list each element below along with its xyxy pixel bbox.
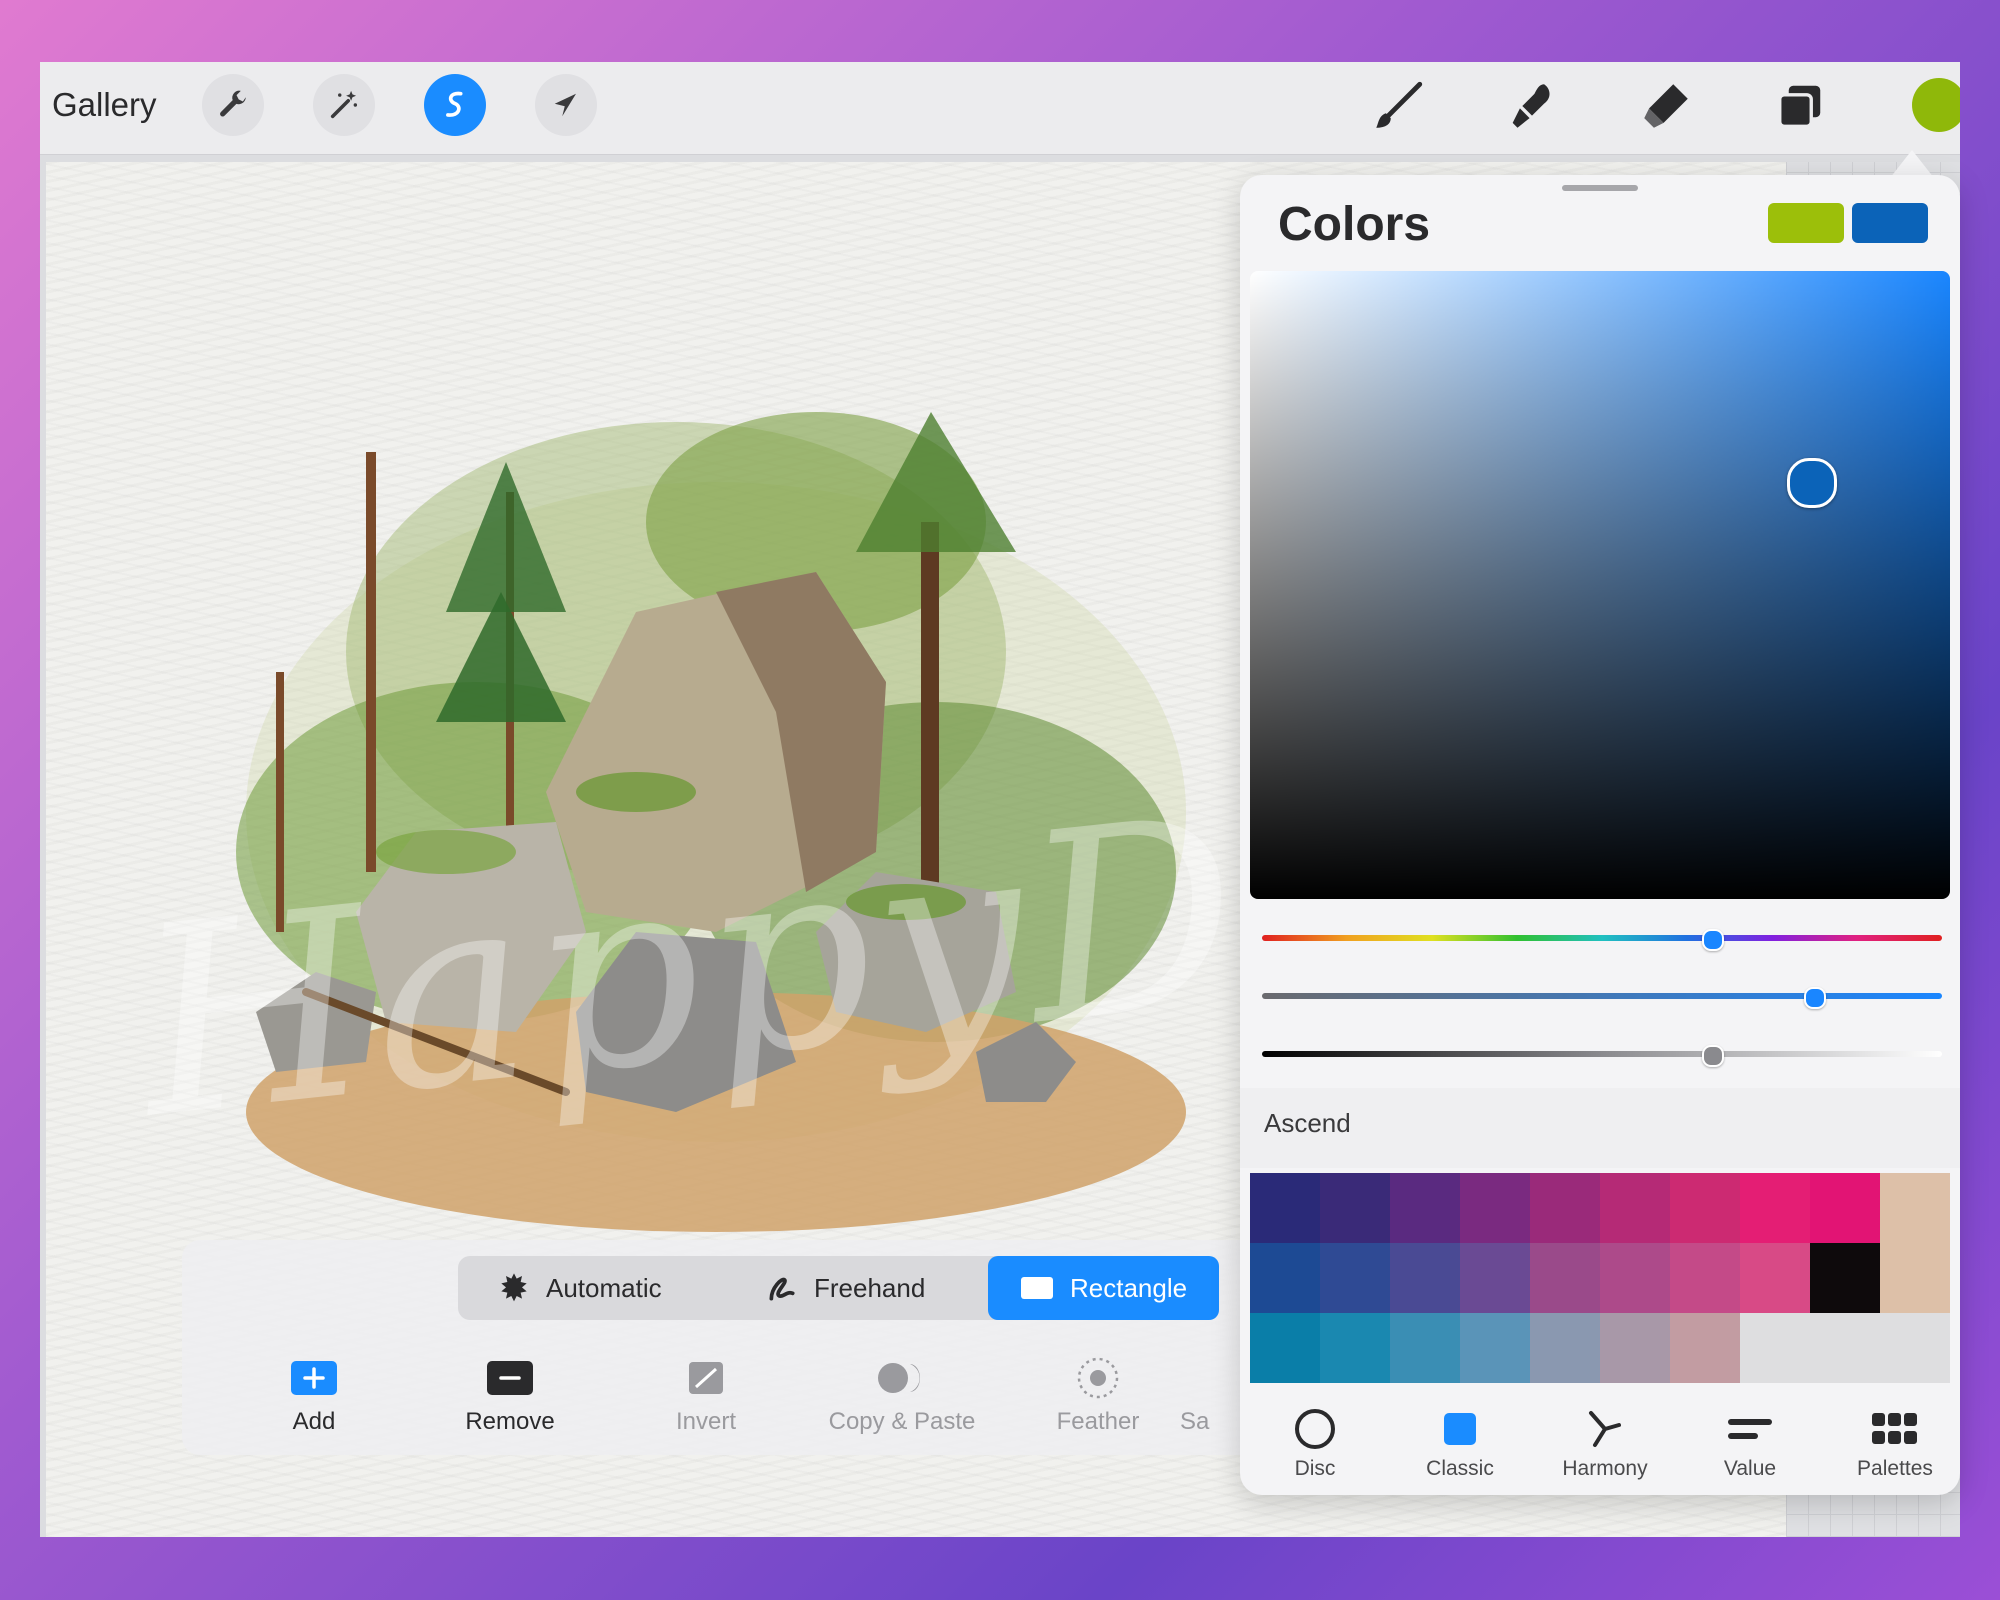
palette-swatch[interactable] [1530,1243,1600,1313]
popover-pointer [1890,150,1934,178]
palette-swatch[interactable] [1600,1313,1670,1383]
saturation-slider[interactable] [1262,987,1942,1009]
secondary-color-swatch[interactable] [1852,203,1928,243]
palette-swatch[interactable] [1670,1243,1740,1313]
palette-swatch[interactable] [1880,1313,1950,1383]
brightness-slider[interactable] [1262,1045,1942,1067]
palette-swatch[interactable] [1460,1173,1530,1243]
harmony-icon [1589,1411,1621,1447]
primary-color-swatch[interactable] [1768,203,1844,243]
palette-swatch[interactable] [1810,1173,1880,1243]
palette-swatch[interactable] [1880,1243,1950,1313]
invert-icon [689,1362,723,1394]
palette-swatch[interactable] [1810,1313,1880,1383]
hue-slider-knob[interactable] [1701,929,1724,951]
layers-icon[interactable] [1768,74,1832,138]
tab-classic-label: Classic [1426,1457,1494,1480]
gallery-button[interactable]: Gallery [52,86,157,124]
palette-swatch[interactable] [1320,1243,1390,1313]
brightness-slider-knob[interactable] [1701,1045,1724,1067]
copy-paste-button[interactable]: Copy & Paste [822,1358,982,1436]
palette-swatch[interactable] [1670,1173,1740,1243]
saturation-slider-knob[interactable] [1803,987,1826,1009]
palette-swatch[interactable] [1250,1313,1320,1383]
tab-disc-label: Disc [1294,1457,1336,1480]
palette-swatch[interactable] [1320,1173,1390,1243]
palettes-icon [1872,1413,1917,1444]
panel-grabber[interactable] [1562,185,1638,191]
freehand-icon [769,1277,795,1301]
selection-icon[interactable] [424,74,486,136]
invert-label: Invert [675,1408,737,1435]
wrench-icon[interactable] [202,74,264,136]
palette-swatch[interactable] [1460,1313,1530,1383]
mode-automatic-label: Automatic [546,1272,662,1303]
palette-header: Ascend [1240,1088,1960,1168]
remove-button[interactable]: Remove [430,1358,590,1436]
tab-palettes-label: Palettes [1857,1457,1933,1480]
hue-slider[interactable] [1262,929,1942,951]
copy-paste-label: Copy & Paste [828,1408,976,1435]
automatic-icon [501,1273,527,1302]
palette-swatch[interactable] [1600,1173,1670,1243]
mode-automatic[interactable]: Automatic [498,1256,662,1320]
palette-swatch[interactable] [1250,1243,1320,1313]
palette-swatch[interactable] [1880,1173,1950,1243]
palette-grid [1250,1173,1950,1383]
palette-swatch[interactable] [1530,1313,1600,1383]
tab-value-label: Value [1723,1457,1777,1480]
tab-classic[interactable]: Classic [1390,1405,1530,1481]
current-color-button[interactable] [1912,78,1960,132]
tab-value[interactable]: Value [1680,1405,1820,1481]
tab-disc[interactable]: Disc [1245,1405,1385,1481]
tab-harmony[interactable]: Harmony [1535,1405,1675,1481]
palette-name: Ascend [1264,1108,1351,1138]
palette-swatch[interactable] [1390,1243,1460,1313]
feather-label: Feather [1056,1408,1140,1435]
add-label: Add [292,1408,336,1435]
feather-icon [1077,1357,1119,1399]
remove-icon [487,1361,533,1395]
palette-swatch[interactable] [1600,1243,1670,1313]
brush-icon[interactable] [1366,74,1430,138]
invert-button[interactable]: Invert [626,1358,786,1436]
palette-swatch[interactable] [1530,1173,1600,1243]
mode-rectangle-label: Rectangle [1070,1272,1188,1303]
mode-freehand[interactable]: Freehand [766,1256,925,1320]
magic-wand-icon[interactable] [313,74,375,136]
colors-title: Colors [1278,198,1431,251]
palette-swatch[interactable] [1740,1243,1810,1313]
mode-freehand-label: Freehand [814,1272,926,1303]
eraser-icon[interactable] [1634,74,1698,138]
add-button[interactable]: Add [234,1358,394,1436]
palette-swatch[interactable] [1740,1173,1810,1243]
value-icon [1728,1419,1772,1439]
mode-rectangle[interactable]: Rectangle [988,1256,1220,1320]
saturation-brightness-picker[interactable] [1250,271,1950,899]
palette-swatch[interactable] [1390,1173,1460,1243]
rectangle-icon [1021,1277,1053,1299]
palette-swatch[interactable] [1810,1243,1880,1313]
palette-swatch[interactable] [1460,1243,1530,1313]
tab-palettes[interactable]: Palettes [1825,1405,1960,1481]
classic-icon [1444,1413,1476,1445]
palette-swatch[interactable] [1740,1313,1810,1383]
copy-paste-icon [878,1363,920,1393]
tab-harmony-label: Harmony [1562,1457,1648,1480]
selection-mode-segment: Automatic Freehand Rectangle [458,1256,1220,1320]
transform-arrow-icon[interactable] [535,74,597,136]
colors-panel: Colors Ascend Disc Classic Harmony Value… [1240,175,1960,1495]
picker-knob[interactable] [1787,458,1837,508]
disc-icon [1295,1409,1335,1449]
palette-swatch[interactable] [1320,1313,1390,1383]
feather-button[interactable]: Feather [1018,1357,1178,1436]
smudge-icon[interactable] [1500,74,1564,138]
add-icon [291,1361,337,1395]
palette-swatch[interactable] [1250,1173,1320,1243]
palette-swatch[interactable] [1390,1313,1460,1383]
top-toolbar: Gallery [40,62,1960,155]
palette-swatch[interactable] [1670,1313,1740,1383]
remove-label: Remove [465,1408,555,1435]
